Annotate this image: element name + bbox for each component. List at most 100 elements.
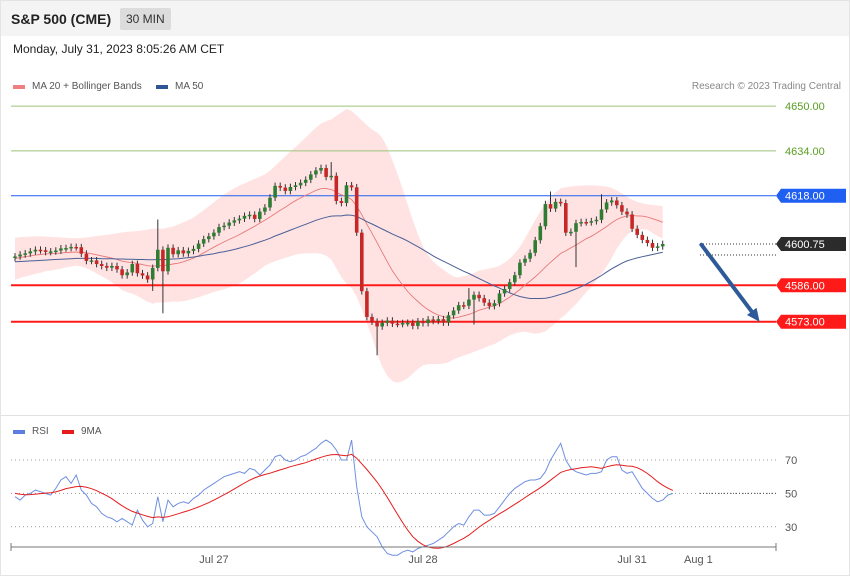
candle-body	[217, 227, 221, 233]
candle-body	[237, 218, 242, 221]
candle-body	[456, 305, 461, 311]
candle-body	[222, 225, 226, 228]
candle-body	[620, 205, 624, 212]
level-label: 4573.00	[785, 317, 825, 329]
candle-body	[74, 246, 78, 249]
candle-body	[120, 269, 124, 276]
candle-body	[395, 323, 400, 326]
candle-body	[446, 315, 451, 323]
candle-body	[615, 200, 619, 206]
candle-body	[497, 293, 502, 304]
candle-body	[150, 267, 155, 280]
candle-body	[140, 273, 145, 276]
x-tick-label: Jul 27	[199, 554, 228, 566]
candle-body	[640, 234, 645, 240]
candle-body	[492, 303, 497, 307]
candle-body	[431, 319, 435, 321]
level-label: 4634.00	[785, 146, 825, 158]
candle-body	[400, 323, 405, 325]
candle-body	[472, 294, 476, 300]
candle-body	[196, 243, 201, 249]
candle-body	[115, 265, 119, 270]
candle-body	[370, 316, 374, 322]
candle-body	[227, 222, 231, 226]
candle-body	[314, 170, 318, 175]
candle-body	[635, 228, 639, 235]
candle-body	[579, 222, 583, 224]
candle-body	[660, 244, 665, 247]
candle-body	[518, 262, 522, 276]
candle-body	[569, 231, 573, 234]
candle-body	[309, 174, 313, 180]
rsi-tick-label: 70	[785, 455, 797, 467]
candle-body	[467, 299, 471, 306]
candle-body	[558, 201, 563, 204]
candle-body	[482, 298, 486, 303]
candle-body	[64, 248, 68, 250]
candle-body	[421, 321, 425, 324]
rsi-tick-label: 50	[785, 488, 797, 500]
candle-body	[283, 187, 288, 191]
candle-body	[273, 185, 277, 198]
candle-body	[553, 201, 558, 209]
candle-body	[69, 246, 73, 249]
candle-body	[48, 251, 53, 253]
candle-body	[94, 260, 99, 265]
candle-body	[135, 264, 140, 274]
candle-body	[528, 252, 532, 259]
candle-body	[181, 250, 186, 254]
candle-body	[380, 322, 384, 327]
candle-body	[268, 197, 272, 208]
level-label: 4618.00	[785, 191, 825, 203]
candle-body	[354, 187, 359, 233]
candle-body	[426, 319, 430, 324]
candle-body	[23, 253, 27, 255]
candle-body	[18, 254, 22, 257]
candle-body	[38, 249, 43, 252]
candle-body	[339, 201, 344, 203]
candle-body	[288, 187, 293, 191]
level-label: 4650.00	[785, 101, 825, 113]
candle-body	[599, 209, 604, 220]
candle-body	[125, 272, 129, 276]
candle-body	[171, 247, 175, 255]
candle-body	[212, 232, 216, 237]
candle-body	[242, 215, 247, 219]
candle-body	[145, 275, 150, 280]
candle-body	[604, 202, 609, 210]
candle-body	[538, 226, 543, 241]
candle-body	[191, 248, 196, 251]
candle-body	[263, 207, 267, 212]
candle-body	[589, 221, 594, 223]
candle-body	[176, 250, 180, 255]
candle-body	[13, 256, 17, 258]
candle-body	[161, 249, 165, 272]
candle-body	[533, 240, 537, 253]
candle-body	[201, 239, 206, 244]
candle-body	[441, 319, 446, 323]
candle-body	[594, 219, 599, 222]
candle-body	[564, 202, 568, 233]
candle-body	[523, 258, 527, 263]
x-tick-label: Jul 28	[408, 554, 437, 566]
rsi-line	[14, 439, 674, 556]
candle-body	[365, 291, 369, 317]
candle-body	[130, 264, 135, 273]
candle-body	[105, 265, 109, 268]
candle-body	[574, 223, 578, 232]
candle-body	[543, 204, 548, 227]
candle-body	[43, 250, 48, 252]
x-tick-label: Jul 31	[617, 554, 646, 566]
candle-body	[462, 305, 466, 307]
bollinger-band-area	[15, 108, 663, 383]
candle-body	[655, 246, 660, 248]
candle-body	[166, 247, 170, 272]
candle-body	[99, 264, 104, 266]
candle-body	[156, 249, 160, 268]
candle-body	[54, 250, 58, 253]
chart-canvas[interactable]: 4650.00 4634.00 4618.00 4600.75 4586.00 4573.…	[0, 0, 850, 576]
candle-body	[487, 302, 492, 307]
candle-body	[232, 220, 237, 223]
level-label: 4600.75	[785, 239, 825, 251]
x-tick-label: Aug 1	[684, 554, 713, 566]
